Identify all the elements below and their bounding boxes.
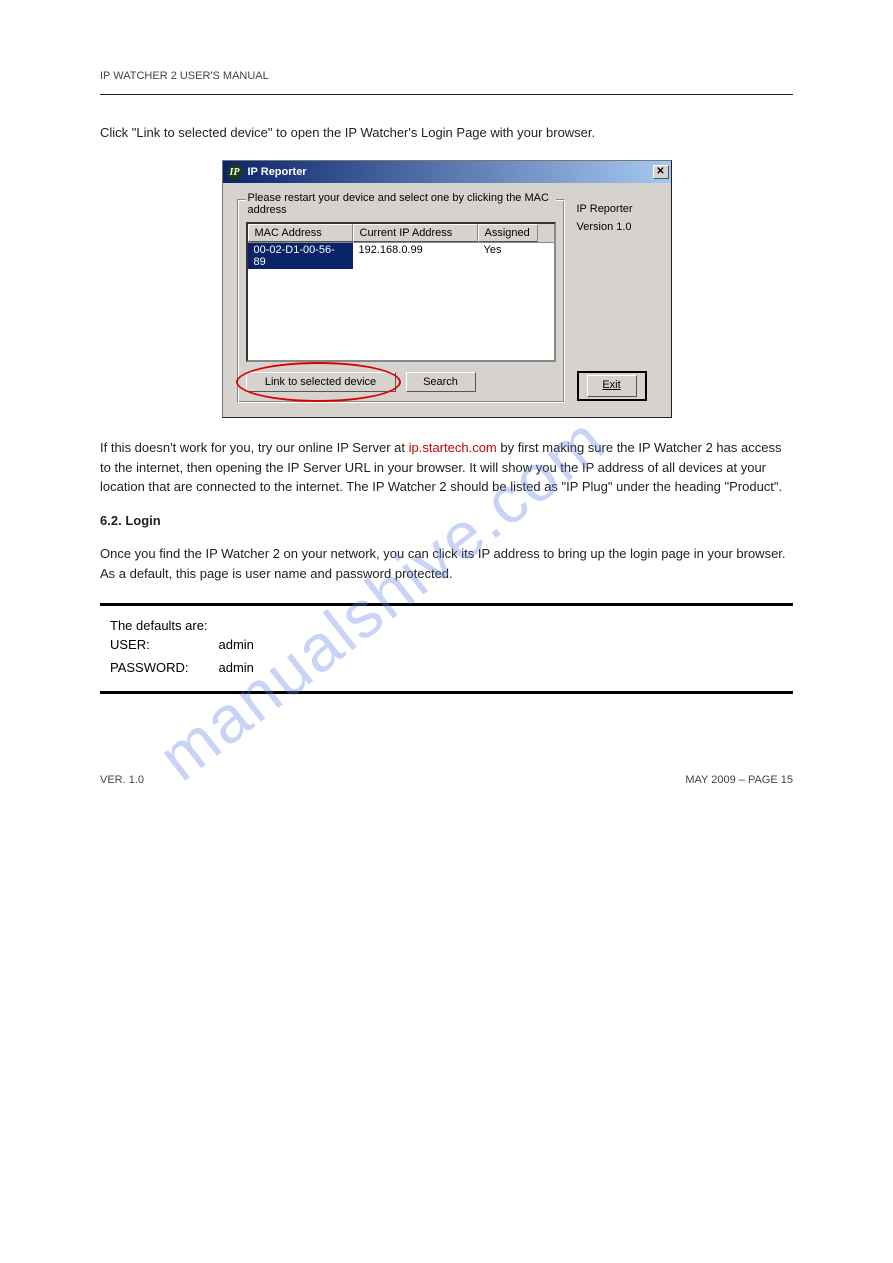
- cell-mac: 00-02-D1-00-56-89: [248, 243, 353, 269]
- list-header: MAC Address Current IP Address Assigned: [248, 224, 554, 243]
- search-button[interactable]: Search: [406, 372, 476, 392]
- side-app-name: IP Reporter: [577, 201, 657, 219]
- password-value: admin: [219, 656, 284, 679]
- ip-server-link[interactable]: ip.startech.com: [409, 440, 497, 455]
- ip-server-paragraph: If this doesn't work for you, try our on…: [100, 438, 793, 497]
- user-value: admin: [219, 633, 284, 656]
- intro-text: Click "Link to selected device" to open …: [100, 125, 793, 140]
- header-rule: [100, 94, 793, 95]
- exit-button[interactable]: Exit: [577, 371, 647, 401]
- page-footer: VER. 1.0 MAY 2009 – PAGE 15: [100, 774, 793, 786]
- close-icon[interactable]: ✕: [653, 165, 669, 179]
- password-label: PASSWORD:: [110, 656, 219, 679]
- cell-ip: 192.168.0.99: [353, 243, 478, 269]
- side-version: Version 1.0: [577, 219, 657, 237]
- table-row: PASSWORD: admin: [110, 656, 284, 679]
- side-info: IP Reporter Version 1.0 Exit: [577, 199, 657, 403]
- device-list[interactable]: MAC Address Current IP Address Assigned …: [246, 222, 556, 362]
- titlebar: IP IP Reporter ✕: [223, 161, 671, 183]
- app-icon: IP: [227, 164, 243, 180]
- table-row[interactable]: 00-02-D1-00-56-89 192.168.0.99 Yes: [248, 243, 554, 269]
- group-caption: Please restart your device and select on…: [246, 192, 556, 216]
- button-row: Link to selected device Search: [246, 372, 556, 392]
- col-mac-header[interactable]: MAC Address: [248, 224, 353, 242]
- col-assigned-header[interactable]: Assigned: [478, 224, 538, 242]
- table-row: USER: admin: [110, 633, 284, 656]
- section-heading: 6.2. Login: [100, 511, 793, 531]
- page-header: IP WATCHER 2 USER'S MANUAL: [100, 70, 793, 82]
- footer-version: VER. 1.0: [100, 774, 144, 786]
- defaults-table: USER: admin PASSWORD: admin: [110, 633, 284, 679]
- footer-page: MAY 2009 – PAGE 15: [685, 774, 793, 786]
- dialog-container: IP IP Reporter ✕ Please restart your dev…: [100, 160, 793, 418]
- device-group-box: Please restart your device and select on…: [237, 199, 565, 403]
- dialog-body: Please restart your device and select on…: [223, 183, 671, 417]
- link-to-device-button[interactable]: Link to selected device: [246, 372, 396, 392]
- ip-reporter-dialog: IP IP Reporter ✕ Please restart your dev…: [222, 160, 672, 418]
- defaults-box: The defaults are: USER: admin PASSWORD: …: [100, 603, 793, 694]
- col-ip-header[interactable]: Current IP Address: [353, 224, 478, 242]
- cell-assigned: Yes: [478, 243, 538, 269]
- defaults-intro: The defaults are:: [110, 618, 783, 633]
- dialog-title: IP Reporter: [248, 166, 653, 178]
- login-paragraph: Once you find the IP Watcher 2 on your n…: [100, 544, 793, 583]
- user-label: USER:: [110, 633, 219, 656]
